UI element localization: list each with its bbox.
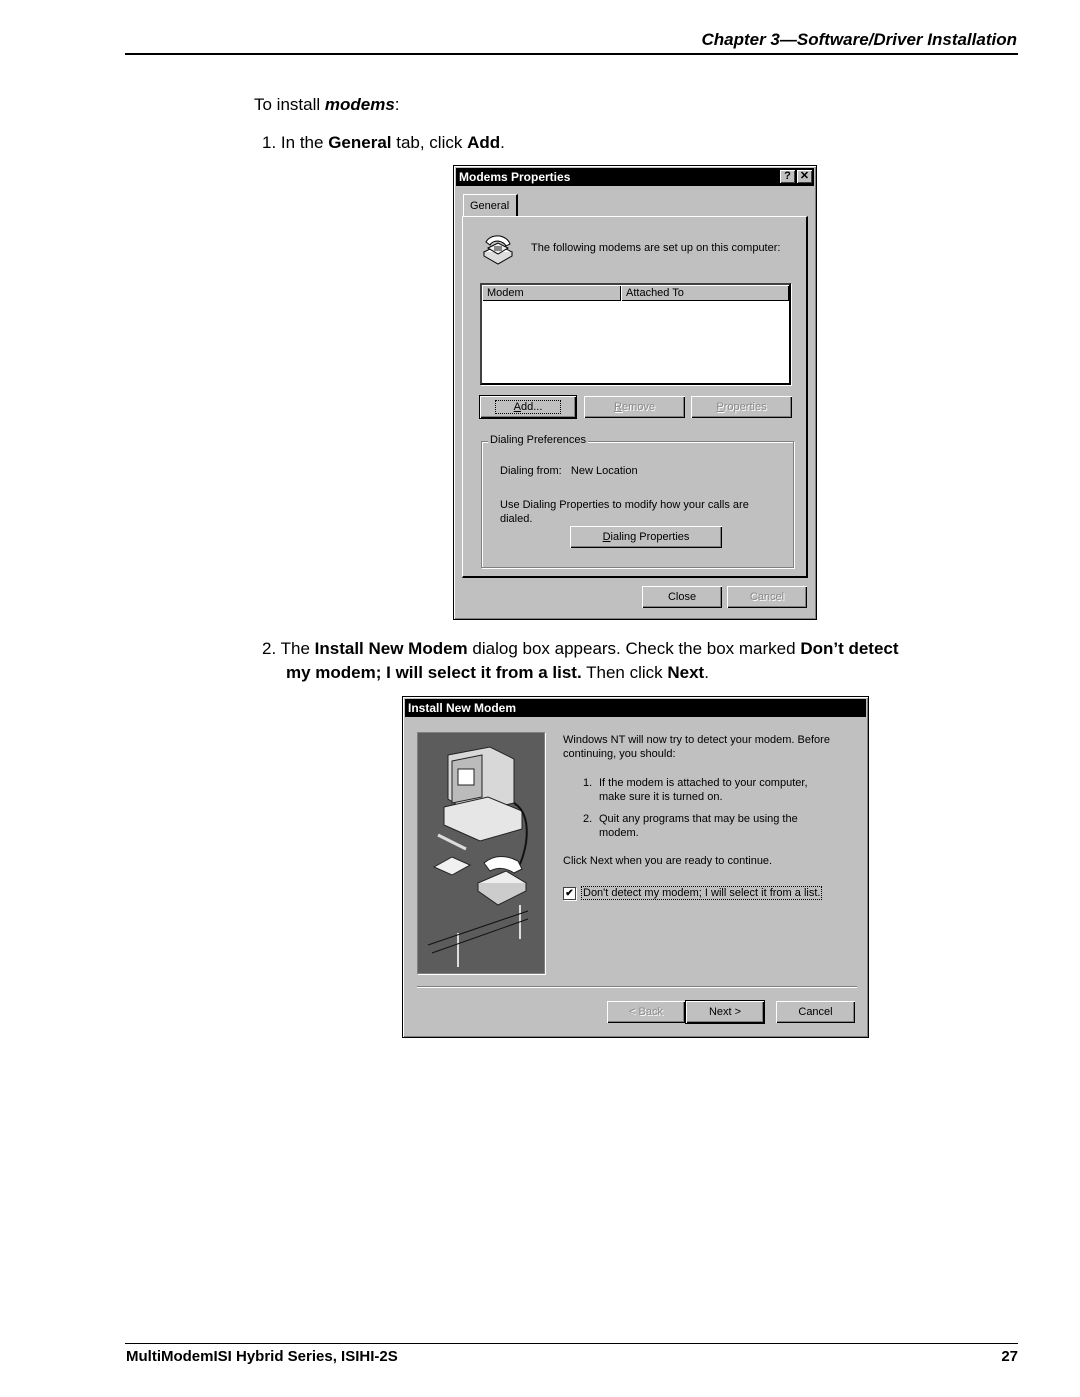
step-text: The bbox=[280, 639, 315, 658]
dialog-title: Modems Properties bbox=[459, 170, 571, 184]
remove-button[interactable]: Remove bbox=[584, 396, 685, 418]
chapter-header: Chapter 3—Software/Driver Installation bbox=[701, 30, 1017, 49]
telephone-icon bbox=[482, 235, 514, 265]
step-bold: Don’t detect bbox=[800, 639, 899, 658]
step-text: . bbox=[704, 663, 709, 682]
dialog-title: Install New Modem bbox=[408, 701, 517, 715]
intro-line: To install modems: bbox=[254, 95, 400, 115]
step-bold: General bbox=[328, 133, 392, 152]
step-2: 2. The Install New Modem dialog box appe… bbox=[262, 637, 1002, 685]
modems-list[interactable]: Modem Attached To bbox=[480, 283, 791, 385]
step-bold: Add bbox=[467, 133, 501, 152]
separator bbox=[417, 986, 857, 987]
tab-general[interactable]: General bbox=[463, 194, 518, 216]
step-bold: Next bbox=[667, 663, 705, 682]
dialing-from-label: Dialing from: bbox=[500, 465, 562, 477]
header-rule bbox=[125, 53, 1018, 55]
computer-modem-phone-illustration bbox=[417, 732, 545, 974]
dont-detect-checkbox[interactable]: ✔ bbox=[563, 887, 576, 900]
wizard-list-item: 2. Quit any programs that may be using th… bbox=[583, 812, 823, 840]
modems-intro-text: The following modems are set up on this … bbox=[531, 242, 781, 254]
wizard-intro-text: Windows NT will now try to detect your m… bbox=[563, 734, 830, 760]
column-header-attached-to[interactable]: Attached To bbox=[621, 285, 789, 301]
step-text: Then click bbox=[581, 663, 668, 682]
intro-emphasis: modems bbox=[324, 95, 395, 114]
cancel-button[interactable]: Cancel bbox=[776, 1001, 855, 1023]
step-bold: Install New Modem bbox=[314, 639, 468, 658]
dialing-from-value: New Location bbox=[570, 465, 638, 477]
continue-text: Click Next when you are ready to continu… bbox=[563, 855, 773, 867]
item-text: Quit any programs that may be using the … bbox=[599, 813, 798, 839]
item-text: If the modem is attached to your compute… bbox=[599, 777, 808, 803]
step-bold: my modem; I will select it from a list. bbox=[286, 663, 582, 682]
close-icon[interactable]: ✕ bbox=[797, 170, 812, 183]
step-text: tab, click bbox=[391, 133, 468, 152]
properties-button[interactable]: Properties bbox=[691, 396, 792, 418]
help-button[interactable]: ? bbox=[780, 170, 795, 183]
list-header: Modem Attached To bbox=[482, 285, 789, 301]
dialing-from: Dialing from: New Location bbox=[500, 465, 638, 477]
page-number: 27 bbox=[1001, 1348, 1018, 1365]
item-number: 2. bbox=[583, 813, 593, 825]
step-text: . bbox=[500, 133, 505, 152]
intro-prefix: To install bbox=[254, 95, 325, 114]
dialing-properties-button[interactable]: Dialing Properties bbox=[570, 526, 722, 548]
step-number: 2. bbox=[262, 639, 277, 658]
wizard-list-item: 1. If the modem is attached to your compu… bbox=[583, 776, 823, 804]
intro-suffix: : bbox=[394, 95, 400, 114]
step-text: In the bbox=[280, 133, 329, 152]
title-bar: Install New Modem bbox=[405, 699, 866, 717]
modems-properties-dialog: Modems Properties ? ✕ General The follow… bbox=[453, 165, 817, 620]
item-number: 1. bbox=[583, 777, 593, 789]
cancel-button[interactable]: Cancel bbox=[727, 586, 807, 608]
footer-rule bbox=[125, 1343, 1018, 1344]
close-button[interactable]: Close bbox=[642, 586, 722, 608]
footer-product-name: MultiModemISI Hybrid Series, ISIHI-2S bbox=[126, 1348, 398, 1365]
step-number: 1. bbox=[262, 133, 277, 152]
install-new-modem-dialog: Install New Modem Windows NT will now tr… bbox=[402, 696, 869, 1038]
group-label: Dialing Preferences bbox=[488, 434, 588, 446]
dialing-help-text: Use Dialing Properties to modify how you… bbox=[500, 499, 749, 525]
next-button[interactable]: Next > bbox=[685, 1000, 765, 1024]
dont-detect-label[interactable]: Don't detect my modem; I will select it … bbox=[581, 886, 823, 900]
dialing-preferences-group: Dialing Preferences Dialing from: New Lo… bbox=[481, 434, 794, 568]
back-button[interactable]: < Back bbox=[607, 1001, 685, 1023]
add-button[interactable]: Add... bbox=[479, 395, 577, 419]
title-bar: Modems Properties ? ✕ bbox=[456, 168, 814, 186]
column-header-modem[interactable]: Modem bbox=[482, 285, 621, 301]
step-text: dialog box appears. Check the box marked bbox=[467, 639, 801, 658]
step-1: 1. In the General tab, click Add. bbox=[262, 131, 505, 155]
